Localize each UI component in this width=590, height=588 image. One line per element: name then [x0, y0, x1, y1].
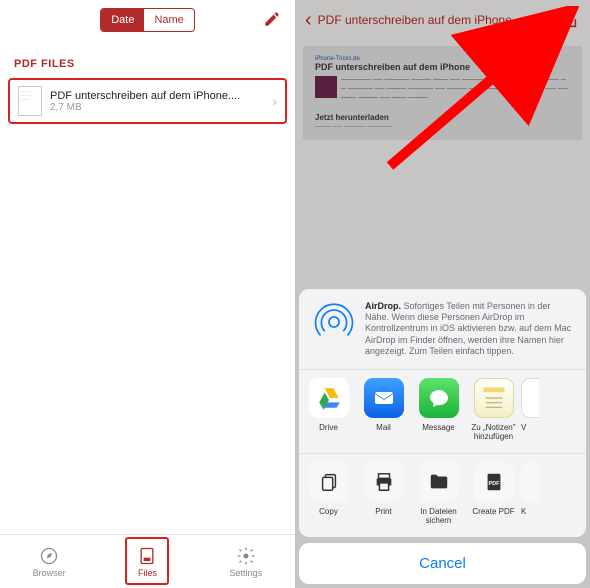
share-app-drive[interactable]: Drive	[301, 378, 356, 441]
actions-row: Copy Print In Dateien sichern PDF	[299, 453, 586, 537]
file-size: 2,7 MB	[50, 102, 264, 113]
share-app-more[interactable]: V	[521, 378, 539, 441]
gear-icon	[236, 546, 256, 566]
tab-bar: Browser Files Settings	[0, 534, 295, 588]
edit-icon[interactable]	[263, 10, 281, 33]
sort-date-button[interactable]: Date	[101, 9, 144, 31]
section-header-pdf-files: PDF FILES	[0, 40, 295, 78]
action-print[interactable]: Print	[356, 462, 411, 525]
action-more[interactable]: K	[521, 462, 539, 525]
tab-settings[interactable]: Settings	[197, 535, 295, 588]
action-save-to-files[interactable]: In Dateien sichern	[411, 462, 466, 525]
action-create-pdf[interactable]: PDF Create PDF	[466, 462, 521, 525]
file-thumbnail: ─ ── ─── ─ ── ──	[18, 86, 42, 116]
airdrop-section[interactable]: AirDrop. Sofortiges Teilen mit Personen …	[299, 289, 586, 369]
sort-name-button[interactable]: Name	[144, 9, 193, 31]
files-screen: Date Name PDF FILES ─ ── ─── ─ ── ── PDF…	[0, 0, 295, 588]
print-icon	[364, 462, 404, 502]
share-app-mail[interactable]: Mail	[356, 378, 411, 441]
share-app-message[interactable]: Message	[411, 378, 466, 441]
share-app-notes[interactable]: Zu „Notizen" hinzufügen	[466, 378, 521, 441]
cancel-button[interactable]: Cancel	[299, 543, 586, 584]
notes-icon	[474, 378, 514, 418]
drive-icon	[309, 378, 349, 418]
share-sheet: AirDrop. Sofortiges Teilen mit Personen …	[299, 289, 586, 584]
tab-label: Settings	[230, 568, 263, 578]
pdf-viewer-screen: ‹ PDF unterschreiben auf dem iPhone... i…	[295, 0, 590, 588]
folder-icon	[419, 462, 459, 502]
chevron-right-icon: ›	[272, 93, 277, 109]
message-icon	[419, 378, 459, 418]
copy-icon	[309, 462, 349, 502]
pdf-icon: PDF	[474, 462, 514, 502]
compass-icon	[39, 546, 59, 566]
sort-segmented-control: Date Name	[100, 8, 195, 32]
file-row[interactable]: ─ ── ─── ─ ── ── PDF unterschreiben auf …	[8, 78, 287, 124]
action-copy[interactable]: Copy	[301, 462, 356, 525]
apps-row: Drive Mail Message	[299, 369, 586, 453]
tab-browser[interactable]: Browser	[0, 535, 98, 588]
airdrop-text: AirDrop. Sofortiges Teilen mit Personen …	[365, 301, 572, 357]
left-toolbar: Date Name	[0, 0, 295, 40]
tab-label: Browser	[33, 568, 66, 578]
file-title: PDF unterschreiben auf dem iPhone....	[50, 90, 264, 102]
tab-files[interactable]: Files	[98, 535, 196, 588]
svg-text:PDF: PDF	[488, 481, 500, 487]
airdrop-icon	[313, 301, 355, 343]
mail-icon	[364, 378, 404, 418]
